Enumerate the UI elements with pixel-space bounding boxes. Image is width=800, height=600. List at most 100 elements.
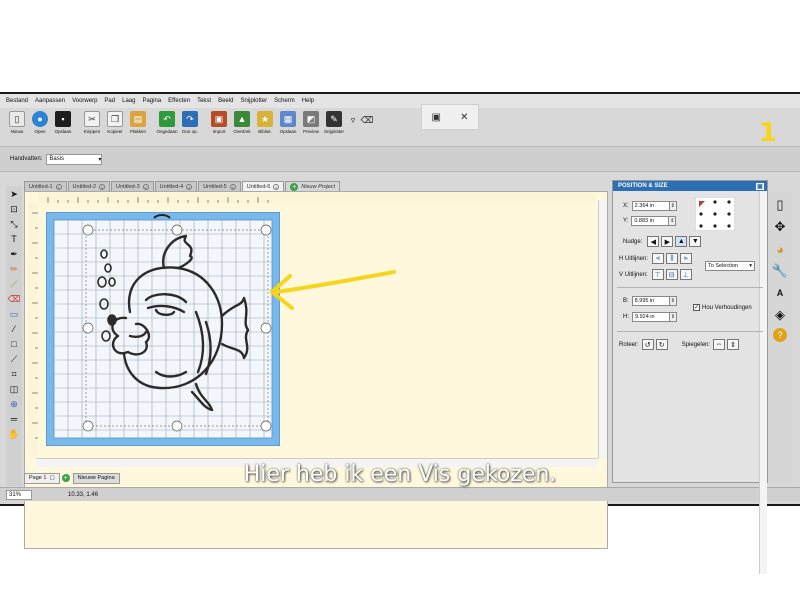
align-top-icon[interactable]: ⊤ (651, 269, 664, 280)
panel-close-icon[interactable]: ▣ (756, 182, 764, 190)
align-left-icon[interactable]: ⫷ (652, 253, 665, 264)
align-bottom-icon[interactable]: ⊥ (679, 269, 692, 280)
hand-tool-icon[interactable]: ✋ (7, 427, 21, 441)
mirror-horizontal-icon[interactable]: ⇔ (713, 339, 726, 350)
shape-tool-icon[interactable]: ▭ (7, 307, 21, 321)
zoom-value: 31% (9, 491, 22, 498)
measure-tool-icon[interactable]: ═ (7, 412, 21, 426)
close-icon[interactable]: × (99, 184, 106, 190)
cutter-button[interactable]: ✎ Snijplotter (323, 108, 345, 142)
color-panel-icon[interactable]: ◕ (771, 240, 789, 258)
menu-item[interactable]: Voorwerp (72, 98, 97, 104)
text-panel-icon[interactable]: A (771, 284, 789, 302)
menu-item[interactable]: Laag (122, 98, 135, 104)
tools-panel-icon[interactable]: 🔧 (771, 262, 789, 280)
keep-ratio-row: ✓ Hou Verhoudingen (693, 304, 752, 311)
canvas-vertical-scrollbar[interactable] (598, 200, 607, 458)
menu-item[interactable]: Scherm (274, 98, 295, 104)
close-icon[interactable]: × (142, 184, 149, 190)
nudge-left-icon[interactable]: ◀ (647, 236, 660, 247)
brush-tool-icon[interactable]: ⟋ (7, 277, 21, 291)
pen-tool-icon[interactable]: ✒ (7, 247, 21, 261)
width-spinner[interactable]: ⇕ (669, 296, 677, 306)
transform-tool-icon[interactable]: ⤡ (7, 217, 21, 231)
nudge-up-icon[interactable]: ▲ (675, 236, 688, 247)
import-button[interactable]: ▣ Import (208, 108, 230, 142)
menu-item[interactable]: Pagina (142, 98, 161, 104)
rotate-right-icon[interactable]: ↻ (655, 339, 668, 350)
vertical-ruler (28, 203, 38, 455)
menu-item[interactable]: Aanpassen (35, 98, 65, 104)
close-icon[interactable]: × (229, 184, 236, 190)
tool-label: Knippen (83, 129, 101, 134)
eraser-icon[interactable]: ⌫ (360, 112, 374, 128)
mirror-vertical-icon[interactable]: ⇕ (727, 339, 740, 350)
save-button[interactable]: ▪ Opslaan (52, 108, 74, 142)
undo-button[interactable]: ↶ Ongedaan (156, 108, 178, 142)
cut-button[interactable]: ✂ Knippen (81, 108, 103, 142)
handles-select[interactable]: Basis ▾ (46, 153, 103, 165)
align-right-icon[interactable]: ⫸ (680, 253, 693, 264)
width-field[interactable]: 8.995 in (631, 296, 670, 306)
document-panel-icon[interactable]: ▯ (771, 196, 789, 214)
menu-item[interactable]: Pad (104, 98, 115, 104)
move-panel-icon[interactable]: ✥ (771, 218, 789, 236)
save-state-icon[interactable]: ▣ (432, 112, 441, 123)
y-spinner[interactable]: ⇕ (669, 216, 677, 226)
knife-tool-icon[interactable]: ⟋ (7, 352, 21, 366)
rotate-left-icon[interactable]: ↺ (641, 339, 654, 350)
paste-button[interactable]: ▤ Plakken (127, 108, 149, 142)
open-button[interactable]: ● Open (29, 108, 51, 142)
align-center-icon[interactable]: ⫼ (666, 253, 679, 264)
blade-icon[interactable]: ▿ (346, 112, 360, 128)
x-spinner[interactable]: ⇕ (669, 201, 677, 211)
eyedropper-tool-icon[interactable]: ⁄ (7, 322, 21, 336)
menu-item[interactable]: Snijplotter (240, 98, 267, 104)
zoom-tool-icon[interactable]: ⊕ (7, 397, 21, 411)
copy-button[interactable]: ❐ Kopieer (104, 108, 126, 142)
nudge-right-icon[interactable]: ▶ (661, 236, 674, 247)
layers-panel-icon[interactable]: ◈ (771, 306, 789, 324)
pencil-tool-icon[interactable]: ✏ (7, 262, 21, 276)
help-icon[interactable]: ? (773, 328, 787, 342)
x-field[interactable]: 2.364 in (631, 201, 670, 211)
zoom-field[interactable]: 31% (6, 489, 32, 500)
align-target-value: To Selection (708, 263, 738, 269)
nudge-down-icon[interactable]: ▼ (689, 236, 702, 247)
select-tool-icon[interactable]: ➤ (7, 187, 21, 201)
close-icon[interactable]: ✕ (460, 112, 468, 123)
menu-item[interactable]: Bestand (6, 98, 28, 104)
keep-ratio-checkbox[interactable]: ✓ (693, 304, 700, 311)
rectangle-tool-icon[interactable]: □ (7, 337, 21, 351)
close-icon[interactable]: × (55, 184, 62, 190)
eraser-tool-icon[interactable]: ⌫ (7, 292, 21, 306)
library-button[interactable]: ★ Bibliot. (254, 108, 276, 142)
new-button[interactable]: ▯ Nieuw (6, 108, 28, 142)
panel-scrollbar[interactable] (759, 191, 767, 574)
cutting-mat[interactable] (46, 212, 280, 446)
redo-button[interactable]: ↷ Doe op. (179, 108, 201, 142)
height-spinner[interactable]: ⇕ (670, 312, 677, 322)
align-middle-icon[interactable]: ⊟ (665, 269, 678, 280)
height-field[interactable]: 9.924 in (632, 312, 670, 322)
y-field[interactable]: 0.883 in (631, 216, 670, 226)
preview-button[interactable]: ◩ Preview (300, 108, 322, 142)
trace-button[interactable]: ▲ Overtrek (231, 108, 253, 142)
floating-window-controls: ▣ ✕ (421, 104, 479, 130)
crop-tool-icon[interactable]: ⌗ (7, 367, 21, 381)
align-target-select[interactable]: To Selection ▾ (705, 261, 755, 271)
menu-item[interactable]: Effecten (168, 98, 190, 104)
text-tool-icon[interactable]: T (7, 232, 21, 246)
store-button[interactable]: ▦ Opslaan (277, 108, 299, 142)
close-icon[interactable]: × (273, 184, 280, 190)
tab-label: Untitled-4 (159, 184, 184, 190)
copy-icon: ❐ (107, 111, 123, 127)
tool-label: Plakken (129, 129, 146, 134)
weld-tool-icon[interactable]: ◫ (7, 382, 21, 396)
close-icon[interactable]: × (186, 184, 193, 190)
menu-item[interactable]: Help (302, 98, 314, 104)
menu-item[interactable]: Beeld (218, 98, 233, 104)
reference-point-grid[interactable] (695, 197, 735, 231)
menu-item[interactable]: Tekst (197, 98, 211, 104)
node-edit-tool-icon[interactable]: ⊡ (7, 202, 21, 216)
